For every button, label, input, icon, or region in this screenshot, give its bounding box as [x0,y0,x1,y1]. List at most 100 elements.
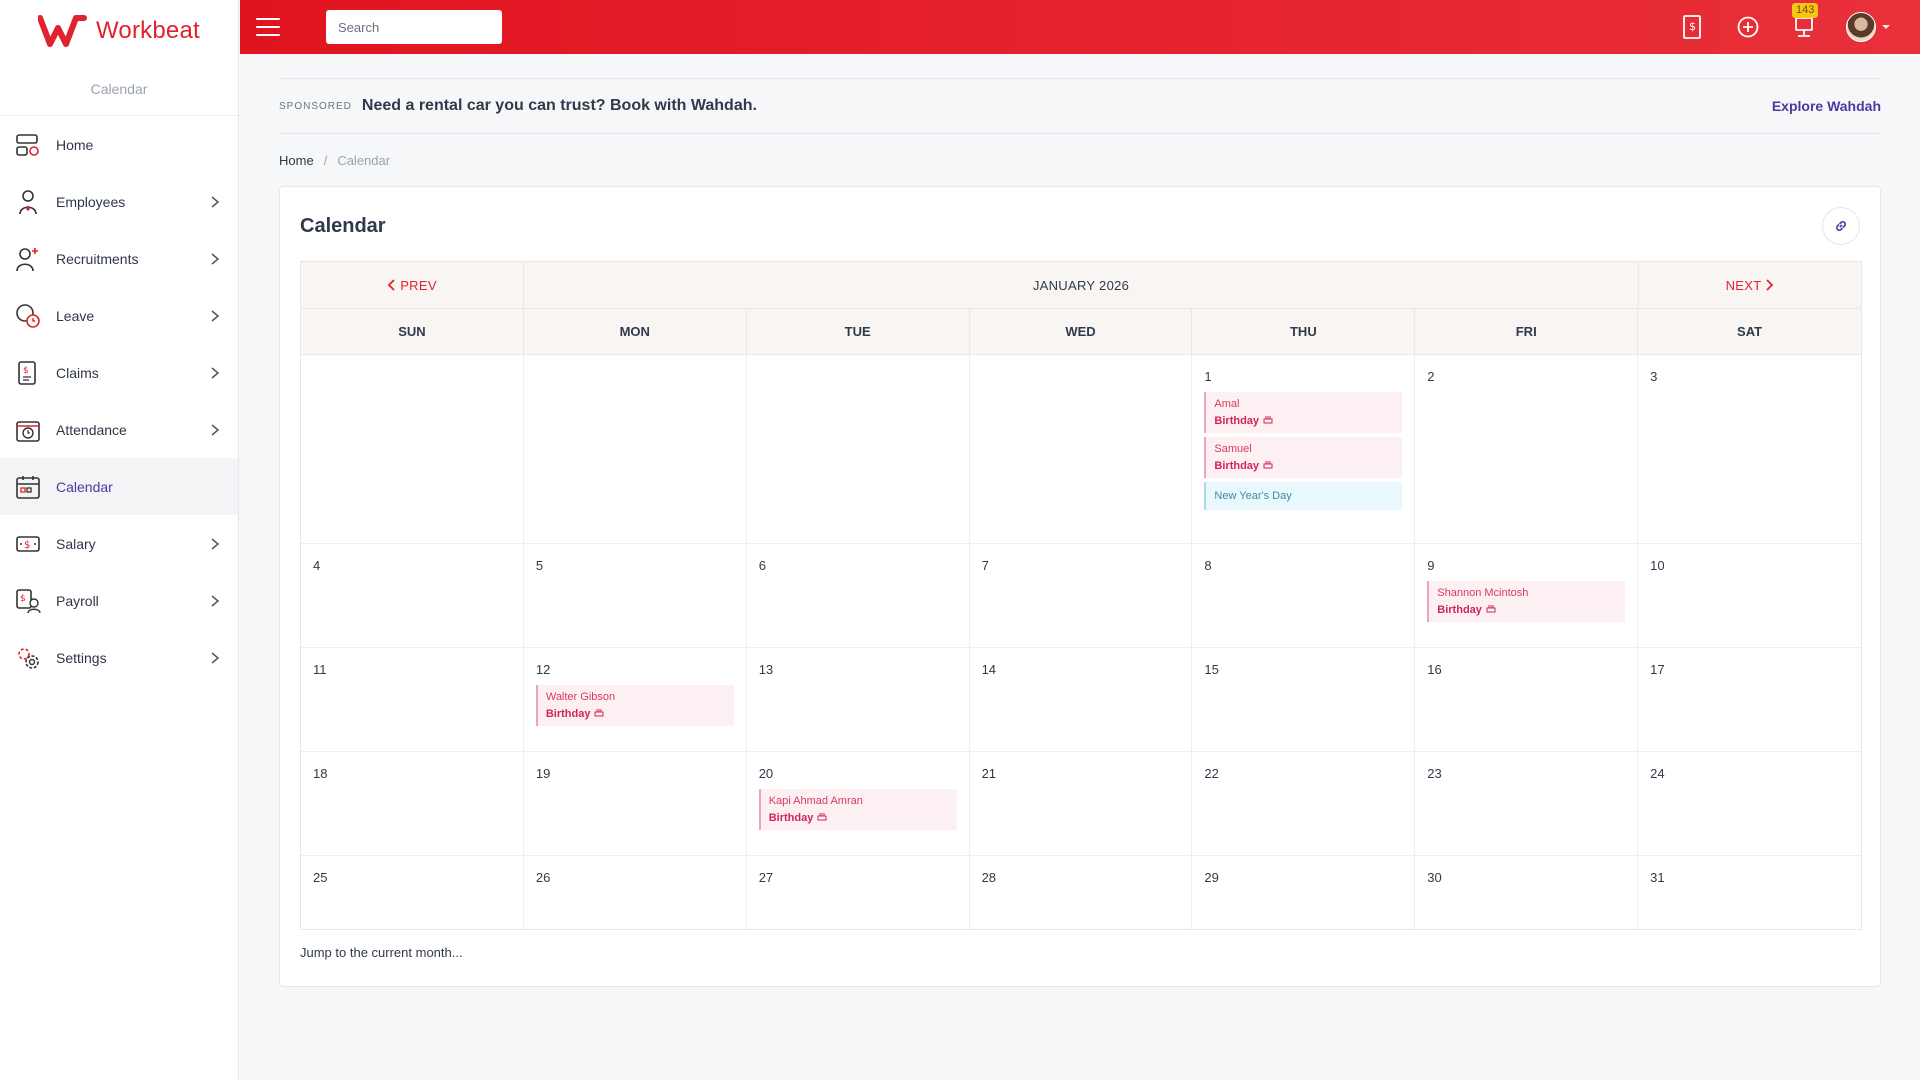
sidebar-item-home[interactable]: Home [0,116,238,173]
birthday-cake-icon [1263,461,1273,469]
calendar-day-cell[interactable]: 18 [301,752,524,856]
prev-month-button[interactable]: PREV [301,262,524,308]
calendar-day-cell[interactable]: 28 [970,856,1193,929]
event-type-label: Birthday [1214,460,1260,472]
topbar: $ 143 [240,0,1920,54]
sidebar-item-label: Attendance [56,421,127,438]
calendar-day-cell[interactable]: 17 [1638,648,1861,752]
event-type: Birthday [1214,414,1394,427]
calendar-day-cell[interactable]: 16 [1415,648,1639,752]
days-of-week-row: SUN MON TUE WED THU FRI SAT [301,309,1861,355]
sidebar-item-claims[interactable]: $ Claims [0,344,238,401]
calendar-day-cell[interactable] [523,355,747,544]
settings-icon [14,644,42,672]
calendar-day-cell[interactable]: 20 Kapi Ahmad Amran Birthday [746,752,970,856]
day-number: 13 [758,662,774,677]
sidebar-item-attendance[interactable]: Attendance [0,401,238,458]
calendar-day-cell[interactable]: 23 [1415,752,1639,856]
calendar-day-cell[interactable]: 2 [1415,355,1639,544]
calendar-day-cell[interactable]: 15 [1192,648,1416,752]
day-events: Amal Birthday Samuel Birthday New Year's Day [1204,392,1403,510]
calendar-day-cell[interactable]: 22 [1192,752,1416,856]
sidebar-item-payroll[interactable]: $ Payroll [0,572,238,629]
sidebar-item-settings[interactable]: Settings [0,629,238,686]
sidebar-item-employees[interactable]: Employees [0,173,238,230]
svg-text:$: $ [20,594,26,604]
calendar-day-cell[interactable]: 6 [746,544,970,648]
calendar-day-cell[interactable]: 31 [1638,856,1861,929]
calendar-day-cell[interactable]: 27 [747,856,970,929]
dow-label: SAT [1737,324,1763,339]
app-logo[interactable]: Workbeat [0,0,238,62]
birthday-event[interactable]: Kapi Ahmad Amran Birthday [758,789,957,830]
event-type-label: Birthday [545,708,591,720]
calendar-day-cell[interactable]: 10 [1638,544,1861,648]
jump-to-current-month-link[interactable]: Jump to the current month... [300,945,463,960]
sidebar-subtitle: Calendar [0,62,238,116]
notification-icon[interactable]: 143 [1790,3,1819,41]
day-number: 14 [981,662,997,677]
calendar-day-cell[interactable]: 13 [746,648,970,752]
calendar-day-cell[interactable]: 4 [301,544,524,648]
calendar-day-cell[interactable]: 25 [301,856,524,929]
claims-icon: $ [14,359,42,387]
invoice-icon[interactable]: $ [1678,13,1706,41]
calendar-day-cell[interactable]: 14 [969,648,1193,752]
calendar-day-cell[interactable]: 21 [969,752,1193,856]
calendar-day-cell[interactable]: 30 [1415,856,1639,929]
birthday-event[interactable]: Amal Birthday [1204,392,1403,433]
day-number: 1 [1204,369,1212,384]
calendar-day-cell[interactable] [746,355,970,544]
user-menu[interactable] [1846,12,1890,42]
calendar-day-cell[interactable]: 29 [1192,856,1416,929]
holiday-event[interactable]: New Year's Day [1204,482,1403,510]
breadcrumb-home-link[interactable]: Home [279,153,314,168]
calendar-day-cell[interactable]: 19 [523,752,747,856]
calendar-day-cell[interactable]: 8 [1192,544,1416,648]
day-number: 15 [1204,662,1219,677]
event-name: Shannon Mcintosh [1437,587,1529,599]
app-name: Workbeat [96,17,200,44]
explore-wahdah-link[interactable]: Explore Wahdah [1772,98,1881,114]
event-name: Kapi Ahmad Amran [768,795,863,807]
birthday-event[interactable]: Shannon Mcintosh Birthday [1427,581,1626,622]
calendar-grid: 1 Amal Birthday Samuel Birthday New Year's Da… [301,355,1861,929]
search-input[interactable] [326,10,502,44]
birthday-event[interactable]: Samuel Birthday [1204,437,1403,478]
sidebar-item-calendar[interactable]: Calendar [0,458,238,515]
day-number: 8 [1204,558,1212,573]
dow-label: TUE [747,309,970,354]
calendar-day-cell[interactable]: 26 [524,856,747,929]
event-type-label: Birthday [1437,604,1482,616]
copy-link-button[interactable] [1822,207,1860,245]
recruitments-icon [14,245,42,273]
sidebar-item-recruitments[interactable]: Recruitments [0,230,238,287]
calendar-day-cell[interactable] [301,355,524,544]
calendar-day-cell[interactable]: 3 [1638,355,1861,544]
calendar-day-cell[interactable]: 1 Amal Birthday Samuel Birthday New Year's Da… [1192,355,1416,544]
calendar-day-cell[interactable]: 7 [969,544,1193,648]
plus-circle-icon[interactable] [1734,13,1762,41]
calendar-day-cell[interactable]: 9 Shannon Mcintosh Birthday [1415,544,1639,648]
birthday-event[interactable]: Walter Gibson Birthday [535,685,734,726]
calendar-day-cell[interactable]: 24 [1638,752,1861,856]
sidebar-item-label: Leave [56,307,95,324]
day-number: 26 [535,870,551,885]
day-number: 6 [758,558,766,573]
calendar-day-cell[interactable]: 5 [523,544,747,648]
sidebar-item-label: Salary [56,535,96,552]
calendar-day-cell[interactable]: 12 Walter Gibson Birthday [523,648,747,752]
svg-text:$: $ [24,540,30,551]
chevron-right-icon [211,537,220,550]
sidebar-item-label: Calendar [56,478,113,495]
day-number: 7 [981,558,989,573]
sidebar-item-salary[interactable]: $ Salary [0,515,238,572]
next-month-button[interactable]: NEXT [1638,262,1861,308]
calendar-day-cell[interactable]: 11 [301,648,524,752]
sidebar-item-leave[interactable]: Leave [0,287,238,344]
chevron-down-icon [1882,25,1890,29]
dow-label: MON [524,309,747,354]
calendar-day-cell[interactable] [969,355,1193,544]
day-number: 22 [1204,766,1219,781]
hamburger-menu-icon[interactable] [256,18,280,36]
